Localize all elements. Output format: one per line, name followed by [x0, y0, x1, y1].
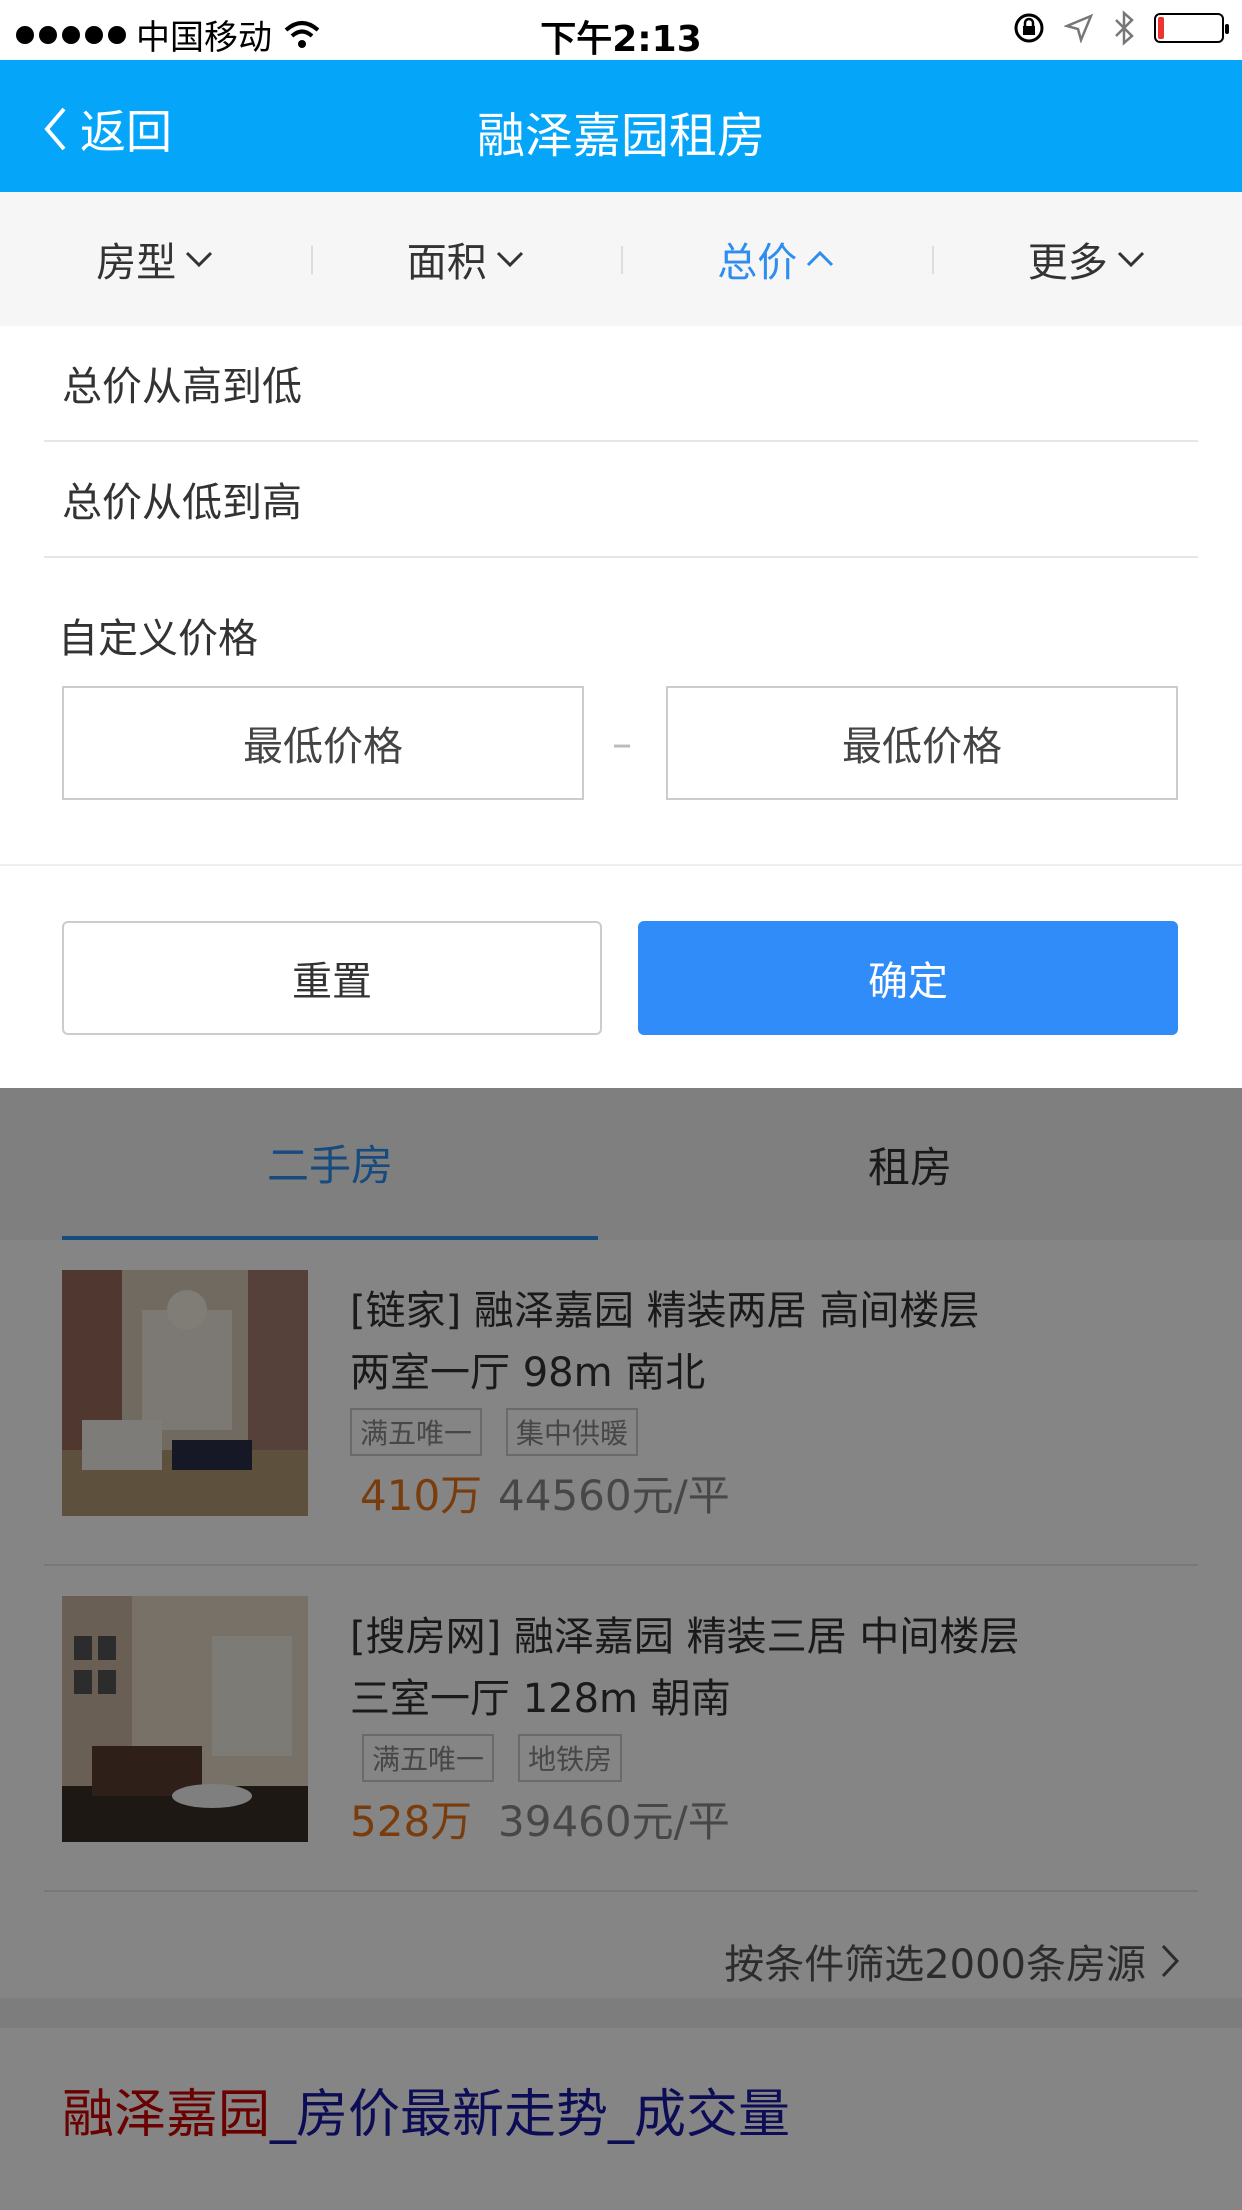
custom-price-label: 自定义价格: [58, 616, 258, 662]
price-dropdown-panel: 总价从高到低 总价从低到高 自定义价格 最低价格 – 最低价格 重置 确定: [0, 326, 1242, 1088]
reset-button[interactable]: 重置: [62, 921, 602, 1035]
confirm-button[interactable]: 确定: [638, 921, 1178, 1035]
filter-total-price[interactable]: 总价: [621, 192, 932, 326]
filter-room-type[interactable]: 房型: [0, 192, 311, 326]
divider: [0, 864, 1242, 866]
battery-icon: [1154, 13, 1229, 43]
sort-price-desc-option[interactable]: 总价从高到低: [44, 326, 1198, 442]
sort-price-asc-option[interactable]: 总价从低到高: [44, 442, 1198, 558]
filter-label: 总价: [717, 240, 798, 286]
page-title: 融泽嘉园租房: [476, 108, 765, 164]
chevron-down-icon: [1117, 251, 1144, 268]
max-price-input[interactable]: 最低价格: [666, 686, 1178, 800]
filter-label: 房型: [96, 240, 177, 286]
location-icon: [1064, 13, 1094, 43]
status-bar: 中国移动 下午2:13: [0, 0, 1242, 60]
filter-label: 更多: [1027, 240, 1108, 286]
status-right: [1012, 10, 1229, 46]
filter-more[interactable]: 更多: [931, 192, 1242, 326]
orientation-lock-icon: [1014, 13, 1044, 43]
min-price-input[interactable]: 最低价格: [62, 686, 584, 800]
chevron-down-icon: [186, 251, 213, 268]
filter-area[interactable]: 面积: [310, 192, 622, 326]
filter-label: 面积: [406, 240, 487, 286]
filter-bar: 房型 面积 总价 更多: [0, 192, 1242, 326]
dim-overlay[interactable]: [0, 1088, 1242, 2210]
chevron-down-icon: [496, 251, 523, 268]
nav-bar: 返回 融泽嘉园租房: [0, 60, 1242, 192]
bluetooth-icon: [1115, 10, 1134, 46]
chevron-up-icon: [807, 250, 834, 267]
range-dash: –: [612, 721, 632, 767]
